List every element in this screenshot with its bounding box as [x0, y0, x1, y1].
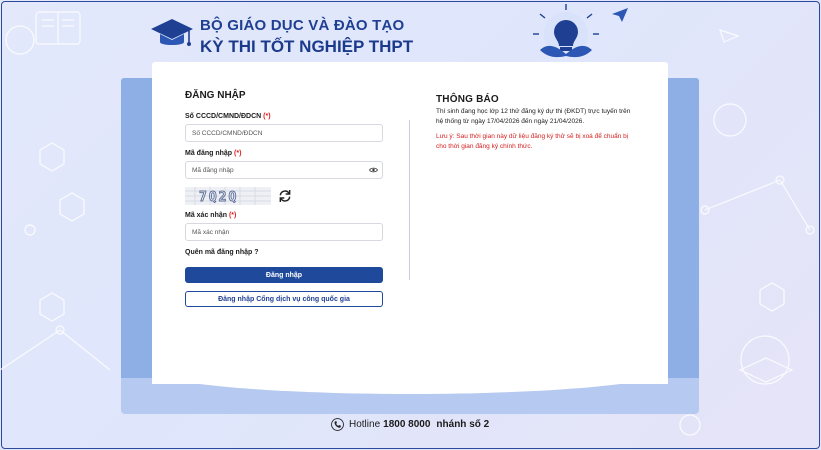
national-portal-login-button[interactable]: Đăng nhập Cổng dịch vụ công quốc gia — [185, 291, 383, 307]
required-mark: (*) — [228, 212, 237, 219]
notice-title: THÔNG BÁO — [436, 94, 499, 105]
ministry-name: BỘ GIÁO DỤC VÀ ĐÀO TẠO — [200, 17, 405, 34]
notice-panel: THÔNG BÁO Thí sinh đang học lớp 12 thử đ… — [436, 94, 636, 152]
exam-title: KỲ THI TỐT NGHIỆP THPT — [200, 37, 414, 56]
paper-plane-icon — [612, 8, 628, 22]
hotline: Hotline 1800 8000 nhánh số 2 — [331, 418, 492, 431]
id-input[interactable] — [186, 129, 382, 137]
graduation-cap-icon — [151, 19, 193, 46]
password-field-wrapper — [185, 161, 383, 179]
password-input[interactable] — [186, 166, 382, 174]
hotline-number: 1800 8000 — [383, 419, 431, 430]
login-title: ĐĂNG NHẬP — [185, 90, 246, 101]
id-field-wrapper — [185, 124, 383, 142]
hotline-extension: nhánh số 2 — [436, 419, 490, 430]
book-spine-divider — [409, 120, 410, 280]
captcha-label: Mã xác nhận (*) — [185, 212, 237, 219]
password-label: Mã đăng nhập (*) — [185, 150, 242, 157]
required-mark: (*) — [234, 150, 242, 157]
captcha-text: 7Q2Q — [199, 190, 238, 205]
login-form: ĐĂNG NHẬP Số CCCD/CMND/ĐDCN (*) Mã đăng … — [185, 90, 383, 307]
id-label: Số CCCD/CMND/ĐDCN (*) — [185, 113, 271, 120]
notice-body: Thí sinh đang học lớp 12 thử đăng ký dự … — [436, 108, 631, 125]
forgot-password-link[interactable]: Quên mã đăng nhập ? — [185, 249, 383, 256]
captcha-field-wrapper — [185, 223, 383, 241]
lightbulb-icon — [533, 4, 599, 58]
brand-header: BỘ GIÁO DỤC VÀ ĐÀO TẠO KỲ THI TỐT NGHIỆP… — [150, 17, 413, 58]
captcha-input[interactable] — [186, 228, 382, 236]
login-button[interactable]: Đăng nhập — [185, 267, 383, 283]
eye-icon[interactable] — [369, 166, 378, 174]
notice-warning: Lưu ý: Sau thời gian này dữ liệu đăng ký… — [436, 133, 629, 150]
required-mark: (*) — [263, 113, 271, 120]
refresh-icon[interactable] — [277, 188, 293, 204]
captcha-image: 7Q2Q — [185, 187, 271, 205]
captcha-row: 7Q2Q — [185, 187, 383, 205]
hotline-label: Hotline — [349, 419, 381, 430]
phone-icon — [331, 418, 344, 431]
